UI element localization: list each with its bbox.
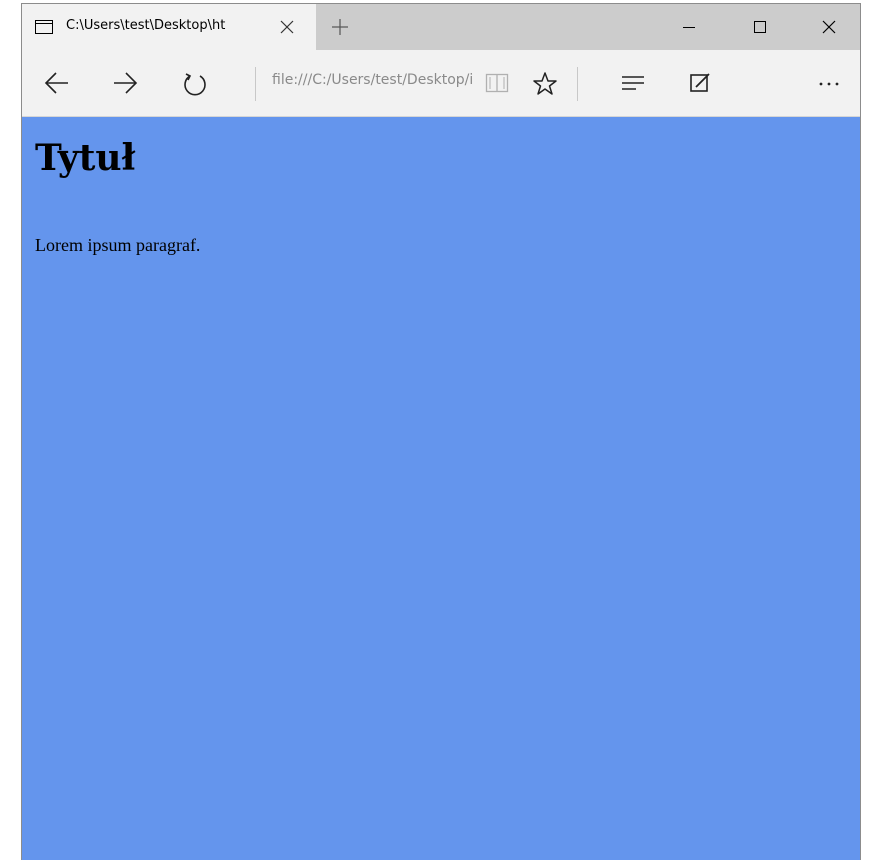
forward-button[interactable] (102, 50, 146, 116)
more-button[interactable] (806, 50, 850, 116)
toolbar-divider (255, 67, 256, 101)
reading-view-button[interactable] (474, 50, 518, 116)
browser-window: C:\Users\test\Desktop\ht file:///C:/User… (21, 3, 861, 860)
hub-lines-icon (622, 76, 644, 90)
minimize-button[interactable] (666, 4, 712, 50)
page-heading: Tytuł (35, 137, 136, 179)
hub-button[interactable] (610, 50, 654, 116)
refresh-button[interactable] (172, 50, 216, 116)
navigation-toolbar: file:///C:/Users/test/Desktop/index.html (22, 50, 860, 117)
book-icon (485, 73, 509, 93)
new-tab-icon[interactable] (330, 17, 350, 37)
pen-edit-icon (690, 73, 710, 92)
page-content: Tytuł Lorem ipsum paragraf. (22, 117, 860, 860)
close-window-button[interactable] (806, 4, 852, 50)
toolbar-divider (577, 67, 578, 101)
tab-active[interactable]: C:\Users\test\Desktop\ht (22, 4, 316, 50)
minimize-icon (683, 27, 695, 28)
back-button[interactable] (34, 50, 78, 116)
refresh-icon (184, 73, 206, 96)
close-tab-icon[interactable] (279, 19, 295, 35)
favorite-button[interactable] (522, 50, 566, 116)
maximize-button[interactable] (737, 4, 783, 50)
address-bar[interactable]: file:///C:/Users/test/Desktop/index.html (272, 72, 472, 94)
ellipsis-icon (819, 82, 839, 86)
arrow-right-icon (114, 72, 138, 94)
tab-page-icon (35, 20, 53, 34)
title-bar: C:\Users\test\Desktop\ht (22, 4, 860, 50)
arrow-left-icon (44, 72, 68, 94)
maximize-icon (754, 21, 766, 33)
star-icon (533, 72, 557, 95)
close-icon (822, 20, 836, 34)
tab-title: C:\Users\test\Desktop\ht (66, 18, 226, 33)
page-paragraph: Lorem ipsum paragraf. (35, 235, 201, 255)
web-note-button[interactable] (678, 50, 722, 116)
